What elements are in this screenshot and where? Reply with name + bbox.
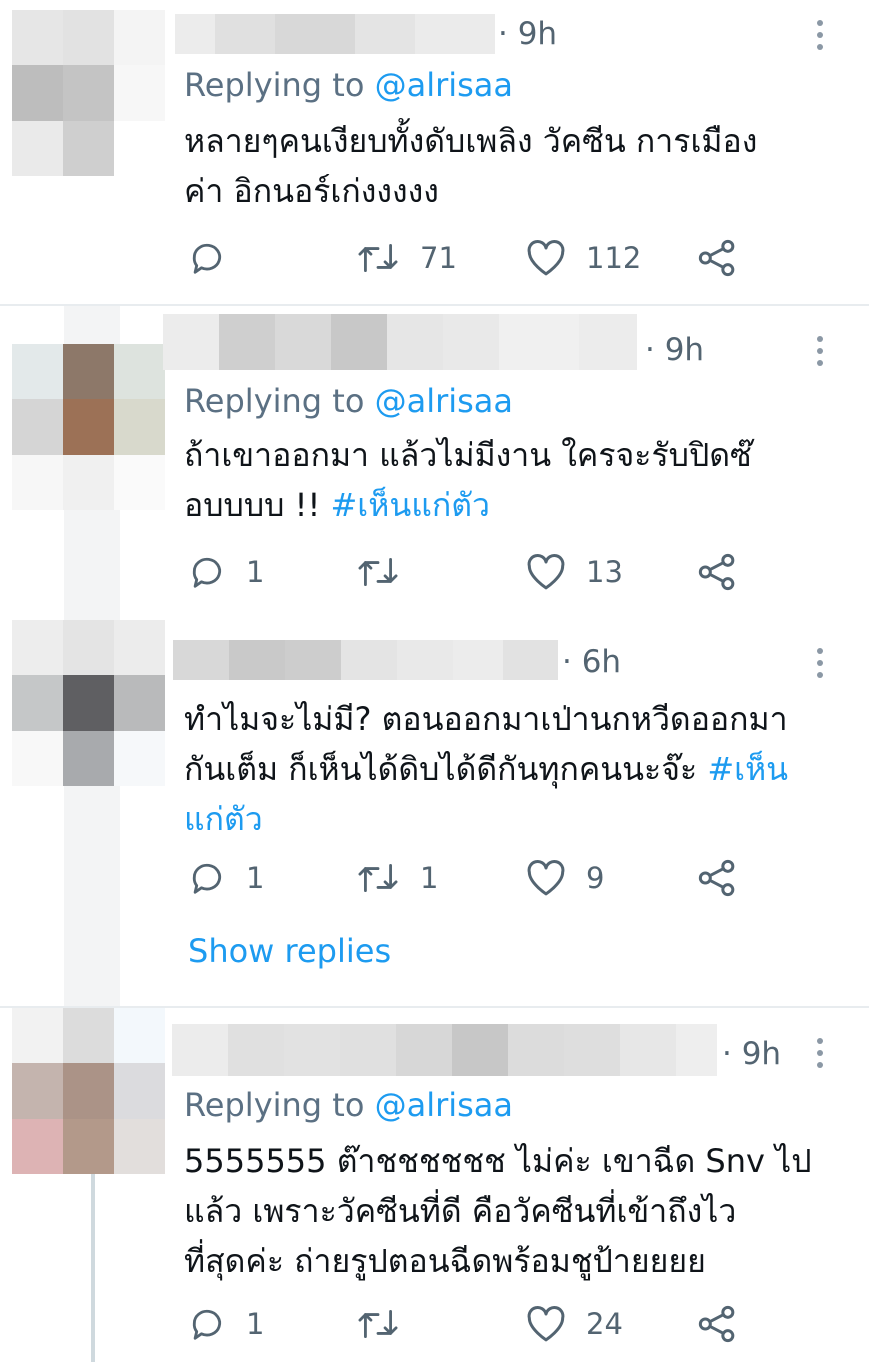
share-button[interactable] xyxy=(696,856,738,900)
user-name-blurred[interactable] xyxy=(172,1024,717,1076)
share-icon xyxy=(698,859,735,897)
replying-to: Replying to @alrisaa xyxy=(184,66,513,104)
like-count: 112 xyxy=(586,241,642,275)
tweet-text: หลายๆคนเงียบทั้งดับเพลิง วัคซีน การเมือง… xyxy=(184,116,844,216)
reply-icon xyxy=(192,243,222,274)
tweet-text-line: ถ้าเขาออกมา แล้วไม่มีงาน ใครจะรับปิดซ๊ xyxy=(184,436,752,474)
retweet-count: 1 xyxy=(420,861,439,895)
reply-icon xyxy=(192,1309,222,1340)
avatar[interactable] xyxy=(12,620,165,786)
retweet-icon xyxy=(358,1310,398,1338)
more-icon[interactable] xyxy=(815,648,825,678)
retweet-button[interactable] xyxy=(356,1302,420,1346)
tweet[interactable]: · 9h Replying to @alrisaa 5555555 ต๊าชชช… xyxy=(0,1008,869,1362)
more-icon[interactable] xyxy=(815,1038,825,1068)
retweet-icon xyxy=(358,558,398,586)
share-button[interactable] xyxy=(696,550,738,594)
tweet-text: ทำไมจะไม่มี? ตอนออกมาเป่านกหวีดออกมา กัน… xyxy=(184,694,844,844)
like-button[interactable]: 112 xyxy=(526,236,641,280)
tweet-text-line: แล้ว เพราะวัคซีนที่ดี คือวัคซีนที่เข้าถึ… xyxy=(184,1192,737,1230)
avatar[interactable] xyxy=(12,1008,165,1174)
replying-to: Replying to @alrisaa xyxy=(184,1086,513,1124)
tweet-actions: 1 1 9 xyxy=(0,856,869,900)
more-icon[interactable] xyxy=(815,20,825,50)
reply-icon xyxy=(192,557,222,588)
avatar[interactable] xyxy=(12,10,165,176)
tweet[interactable]: · 9h Replying to @alrisaa หลายๆคนเงียบทั… xyxy=(0,0,869,304)
replying-label: Replying to xyxy=(184,1086,375,1124)
retweet-button[interactable] xyxy=(356,550,420,594)
user-name-blurred[interactable] xyxy=(163,314,637,370)
heart-icon xyxy=(527,1306,565,1342)
retweet-button[interactable]: 71 xyxy=(356,236,457,280)
reply-icon xyxy=(192,863,222,894)
reply-button[interactable]: 1 xyxy=(188,1302,264,1346)
replying-label: Replying to xyxy=(184,66,375,104)
tweet-text-line: อบบบบ !! xyxy=(184,486,331,524)
replying-to: Replying to @alrisaa xyxy=(184,382,513,420)
like-button[interactable]: 24 xyxy=(526,1302,623,1346)
like-button[interactable]: 9 xyxy=(526,856,604,900)
retweet-button[interactable]: 1 xyxy=(356,856,438,900)
tweet-text-line: กันเต็ม ก็เห็นได้ดิบได้ดีกันทุกคนนะจ๊ะ xyxy=(184,750,708,788)
replying-label: Replying to xyxy=(184,382,375,420)
like-count: 9 xyxy=(586,861,605,895)
tweet-time: · 9h xyxy=(722,1036,782,1072)
hashtag-link[interactable]: #เห็น xyxy=(707,750,788,788)
more-icon[interactable] xyxy=(815,336,825,366)
reply-button[interactable]: 1 xyxy=(188,550,264,594)
avatar[interactable] xyxy=(12,344,165,510)
share-icon xyxy=(698,553,735,591)
tweet-time: · 9h xyxy=(498,16,558,52)
replying-handle-link[interactable]: @alrisaa xyxy=(375,1086,513,1124)
user-name-blurred[interactable] xyxy=(175,14,495,54)
reply-button[interactable] xyxy=(188,236,246,280)
reply-count: 1 xyxy=(246,1307,265,1341)
tweet-time: · 9h xyxy=(645,332,705,368)
retweet-icon xyxy=(358,244,398,272)
replying-handle-link[interactable]: @alrisaa xyxy=(375,382,513,420)
heart-icon xyxy=(527,860,565,896)
tweet-text-line: ค่า อิกนอร์เก่งงงงง xyxy=(184,172,439,210)
retweet-count: 71 xyxy=(420,241,457,275)
hashtag-link-continued[interactable]: แก่ตัว xyxy=(184,794,844,844)
share-icon xyxy=(698,239,735,277)
reply-count: 1 xyxy=(246,555,265,589)
like-count: 13 xyxy=(586,555,623,589)
tweet-actions: 1 13 xyxy=(0,550,869,594)
tweet-text: ถ้าเขาออกมา แล้วไม่มีงาน ใครจะรับปิดซ๊ อ… xyxy=(184,430,844,530)
user-name-blurred[interactable] xyxy=(173,640,558,680)
tweet-actions: 1 24 xyxy=(0,1302,869,1346)
replying-handle-link[interactable]: @alrisaa xyxy=(375,66,513,104)
retweet-icon xyxy=(358,864,398,892)
reply-button[interactable]: 1 xyxy=(188,856,264,900)
share-icon xyxy=(698,1305,735,1343)
like-button[interactable]: 13 xyxy=(526,550,623,594)
tweet[interactable]: · 6h ทำไมจะไม่มี? ตอนออกมาเป่านกหวีดออกม… xyxy=(0,620,869,1006)
share-button[interactable] xyxy=(696,1302,738,1346)
reply-count: 1 xyxy=(246,861,265,895)
tweet-text: 5555555 ต๊าชชชชชช ไม่ค่ะ เขาฉีด Snv ไป แ… xyxy=(184,1136,844,1286)
heart-icon xyxy=(527,240,565,276)
like-count: 24 xyxy=(586,1307,623,1341)
tweet-text-line: 5555555 ต๊าชชชชชช ไม่ค่ะ เขาฉีด Snv ไป xyxy=(184,1142,812,1180)
heart-icon xyxy=(527,554,565,590)
tweet-text-line: หลายๆคนเงียบทั้งดับเพลิง วัคซีน การเมือง xyxy=(184,122,758,160)
tweet-actions: 71 112 xyxy=(0,236,869,280)
tweet-text-line: ที่สุดค่ะ ถ่ายรูปตอนฉีดพร้อมชูป้ายยยย xyxy=(184,1242,706,1280)
share-button[interactable] xyxy=(696,236,738,280)
tweet-time: · 6h xyxy=(562,644,622,680)
tweet-text-line: ทำไมจะไม่มี? ตอนออกมาเป่านกหวีดออกมา xyxy=(184,700,788,738)
hashtag-link[interactable]: #เห็นแก่ตัว xyxy=(330,486,489,524)
show-replies-link[interactable]: Show replies xyxy=(188,932,391,970)
